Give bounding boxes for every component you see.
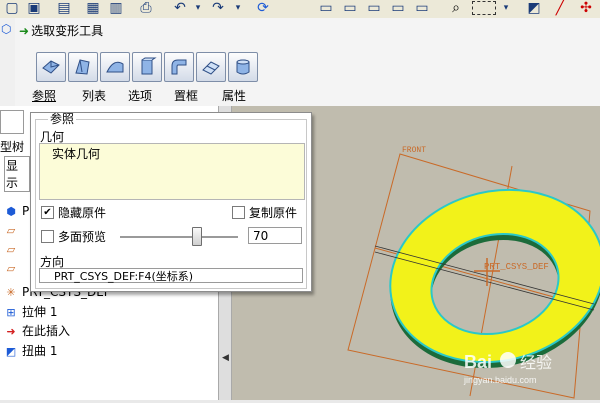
spine-button[interactable] — [100, 52, 130, 82]
watermark-url: jingyan.baidu.com — [463, 375, 537, 385]
extrude-icon: ⊞ — [6, 306, 16, 319]
bend-icon — [171, 59, 187, 75]
bend-button[interactable] — [164, 52, 194, 82]
sketch-icon[interactable]: ◩ — [526, 0, 542, 16]
tab-properties[interactable]: 属性 — [222, 88, 246, 104]
spine-icon — [106, 61, 124, 73]
tab-model-tree[interactable]: 型树 — [0, 138, 24, 155]
multi-preview-label: 多面预览 — [58, 230, 107, 244]
geometry-collector[interactable]: 实体几何 — [39, 143, 305, 200]
transform-icon — [42, 60, 60, 74]
direction-collector[interactable]: PRT_CSYS_DEF:F4(坐标系) — [39, 268, 303, 283]
twist-icon — [202, 61, 220, 75]
stretch-icon — [141, 57, 157, 75]
tab-box[interactable]: 置框 — [174, 88, 198, 104]
stretch-button[interactable] — [132, 52, 162, 82]
print-icon[interactable]: ⎙ — [138, 0, 154, 16]
csys-icon: ✳ — [6, 286, 16, 299]
redo-icon[interactable]: ↷ — [210, 0, 226, 16]
window-icon[interactable]: ▭ — [342, 0, 358, 16]
datum-axis-icon[interactable]: ╱ — [552, 0, 568, 16]
tab-display[interactable]: 显示 — [4, 156, 30, 192]
collapse-left-icon[interactable]: ◀ — [222, 353, 229, 363]
dashboard: ➜ 选取变形工具 参照 列表 选项 置框 属性 — [15, 18, 600, 107]
twist-button[interactable] — [196, 52, 226, 82]
part-icon: ⬢ — [6, 205, 16, 218]
regenerate-icon[interactable]: ⟳ — [255, 0, 271, 16]
ring-part — [389, 188, 600, 369]
watermark-brand: Bai — [464, 352, 492, 372]
hide-original-checkbox[interactable]: ✔ — [41, 206, 54, 219]
tab-list[interactable]: 列表 — [82, 88, 106, 104]
geometry-item[interactable]: 实体几何 — [52, 145, 100, 162]
top-toolbar: ▢ ▣ ▤ ▦ ▥ ⎙ ↶ ▾ ↷ ▾ ⟳ ▭ ▭ ▭ ▭ ▭ ⌕ ▾ ◩ ╱ … — [0, 0, 600, 19]
preview-slider-thumb[interactable] — [192, 227, 202, 246]
search-icon[interactable]: ⌕ — [448, 0, 464, 16]
sculpt-button[interactable] — [228, 52, 258, 82]
navigator-tabs: 型树 显示 — [0, 110, 30, 192]
window-icon[interactable]: ▭ — [390, 0, 406, 16]
toolbar-icon[interactable]: ▦ — [85, 0, 101, 16]
copy-original-label: 复制原件 — [249, 206, 298, 220]
references-group: 参照 几何 实体几何 ✔ 隐藏原件 复制原件 多面预览 70 方向 PRT_CS… — [35, 113, 307, 289]
warp-button[interactable] — [68, 52, 98, 82]
tree-item-datum-plane[interactable]: ▱ — [0, 240, 22, 258]
csys-label: PRT_CSYS_DEF — [484, 262, 549, 272]
watermark-name: 经验 — [520, 353, 552, 372]
tree-item-datum-plane[interactable]: ▱ — [0, 221, 22, 239]
left-strip: ⬡ — [0, 18, 16, 110]
datum-point-icon[interactable]: ✣ — [578, 0, 594, 16]
chevron-down-icon[interactable]: ▾ — [498, 0, 514, 16]
tree-item-datum-plane[interactable]: ▱ — [0, 259, 22, 277]
navigator-tab-icon[interactable] — [0, 110, 24, 134]
datum-plane-icon: ▱ — [6, 224, 16, 237]
warp-icon — [75, 59, 90, 75]
selection-box-icon[interactable] — [472, 1, 496, 15]
preview-value-input[interactable]: 70 — [248, 227, 302, 244]
window-icon[interactable]: ▭ — [366, 0, 382, 16]
toolbar-icon[interactable]: ▢ — [4, 0, 20, 16]
tab-references[interactable]: 参照 — [32, 88, 56, 104]
tab-options[interactable]: 选项 — [128, 88, 152, 104]
toolbar-icon[interactable]: ▣ — [26, 0, 42, 16]
watermark: Bai 经验 jingyan.baidu.com — [463, 352, 552, 385]
tree-item-extrude[interactable]: ⊞ 拉伸 1 — [0, 303, 57, 321]
chevron-down-icon[interactable]: ▾ — [190, 0, 206, 16]
dashboard-title-text: 选取变形工具 — [31, 24, 104, 38]
warp-feature-icon: ◩ — [5, 345, 17, 358]
insert-here-icon: ➜ — [6, 325, 16, 338]
preview-slider-track[interactable] — [120, 236, 238, 239]
dashboard-title: ➜ 选取变形工具 — [19, 22, 103, 39]
window-icon[interactable]: ▭ — [318, 0, 334, 16]
arrow-icon[interactable]: ⬡ — [1, 22, 11, 36]
tree-item-insert-here[interactable]: ➜ 在此插入 — [0, 322, 70, 340]
multi-preview-checkbox[interactable] — [41, 230, 54, 243]
toolbar-icon[interactable]: ▤ — [56, 0, 72, 16]
front-label: FRONT — [402, 146, 426, 155]
undo-icon[interactable]: ↶ — [172, 0, 188, 16]
transform-button[interactable] — [36, 52, 66, 82]
hide-original-label: 隐藏原件 — [58, 206, 107, 220]
window-icon[interactable]: ▭ — [414, 0, 430, 16]
references-panel: 参照 几何 实体几何 ✔ 隐藏原件 复制原件 多面预览 70 方向 PRT_CS… — [30, 112, 312, 292]
datum-plane-icon: ▱ — [6, 262, 16, 275]
tree-item-warp[interactable]: ◩ 扭曲 1 — [0, 342, 58, 360]
sculpt-icon — [236, 59, 250, 75]
group-legend: 参照 — [48, 112, 77, 126]
toolbar-icon[interactable]: ▥ — [108, 0, 124, 16]
datum-plane-icon: ▱ — [6, 243, 16, 256]
paw-icon — [500, 352, 516, 368]
prompt-arrow-icon: ➜ — [19, 24, 30, 38]
chevron-down-icon[interactable]: ▾ — [230, 0, 246, 16]
copy-original-checkbox[interactable] — [232, 206, 245, 219]
